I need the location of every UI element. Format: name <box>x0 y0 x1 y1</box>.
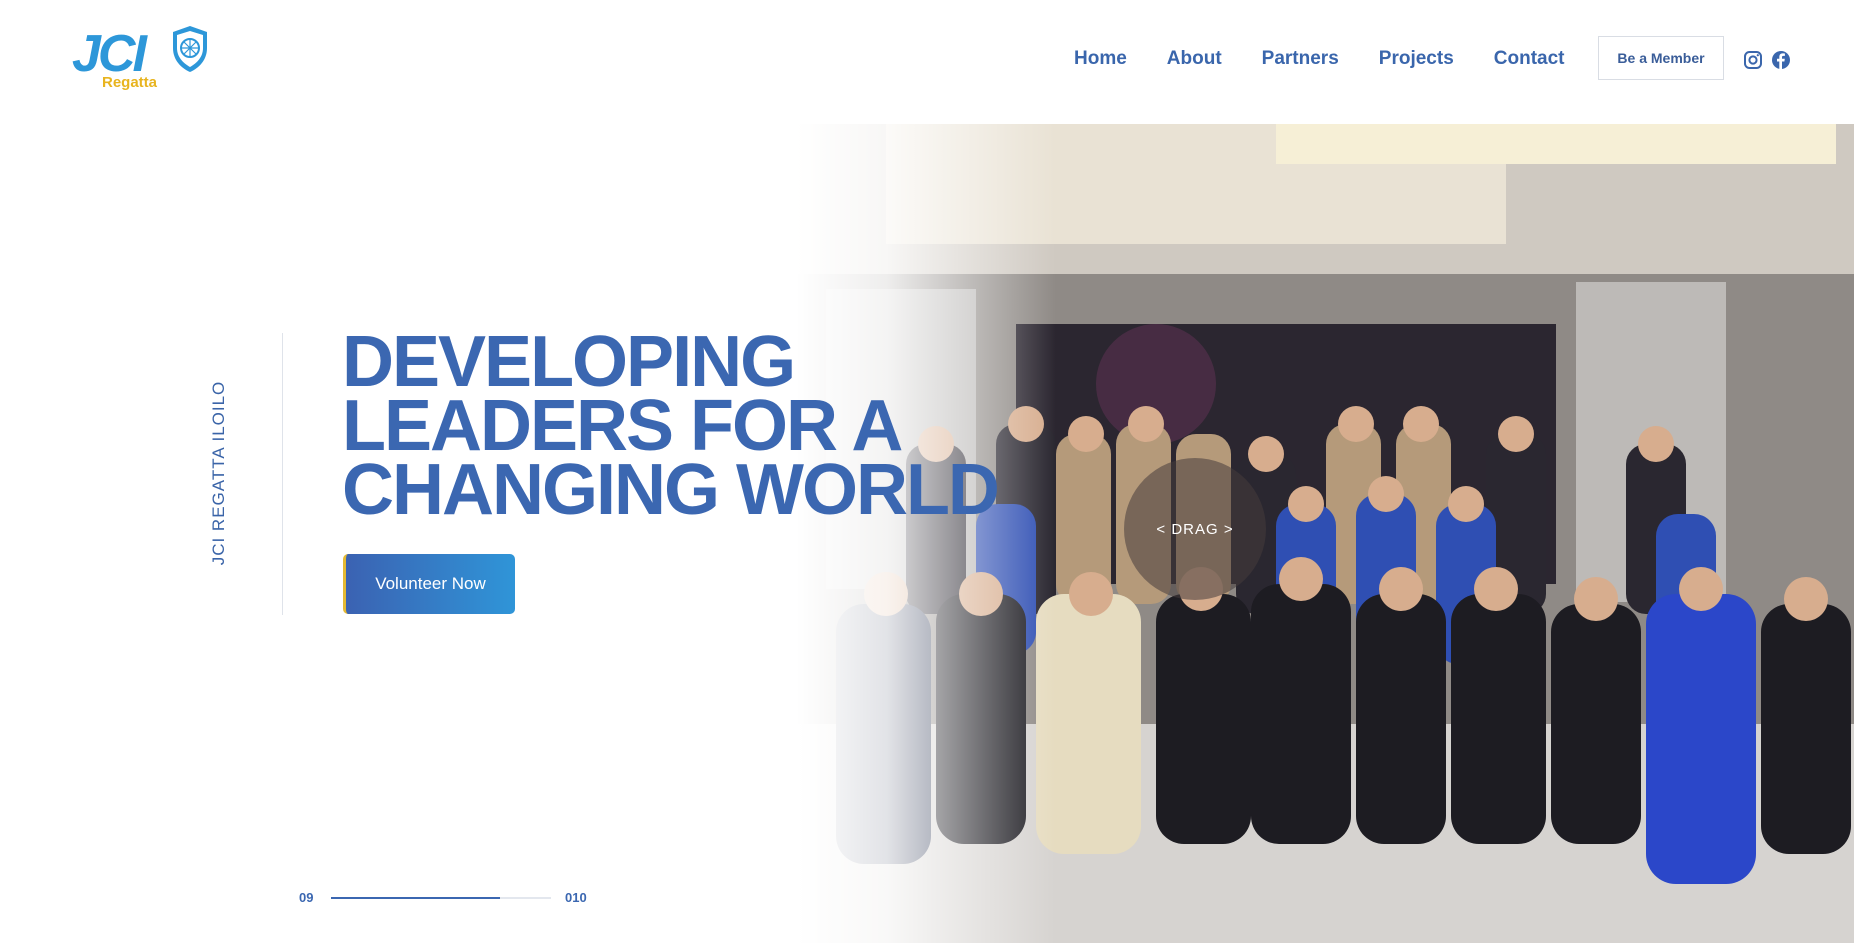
nav-home[interactable]: Home <box>1074 46 1127 72</box>
hero-headline: DEVELOPING LEADERS FOR A CHANGING WORLD <box>342 322 1000 530</box>
logo[interactable]: JCI Regatta <box>72 24 222 94</box>
main-nav: Home About Partners Projects Contact <box>1074 46 1605 72</box>
slide-progress-track <box>331 897 551 899</box>
headline-line-2: LEADERS FOR A <box>342 386 903 466</box>
facebook-icon[interactable] <box>1771 50 1791 70</box>
slide-current-number: 09 <box>299 890 314 905</box>
logo-subtitle: Regatta <box>102 74 158 91</box>
slide-progress-fill <box>331 897 501 899</box>
slide-total-number: 010 <box>565 890 587 905</box>
drag-cursor-handle[interactable]: < DRAG > <box>1124 458 1266 600</box>
nav-projects[interactable]: Projects <box>1379 46 1454 72</box>
instagram-icon[interactable] <box>1743 50 1763 70</box>
nav-contact[interactable]: Contact <box>1494 46 1565 72</box>
be-a-member-button[interactable]: Be a Member <box>1598 36 1724 80</box>
nav-partners[interactable]: Partners <box>1262 46 1339 72</box>
hero-group-photo[interactable] <box>796 124 1854 943</box>
shield-logo-icon <box>173 26 207 72</box>
vertical-side-label: JCI REGATTA ILOILO <box>209 380 228 566</box>
hero-image-fade <box>796 124 1056 943</box>
nav-about[interactable]: About <box>1167 46 1222 72</box>
headline-line-3: CHANGING WORLD <box>342 450 1000 530</box>
vertical-divider <box>282 333 283 615</box>
volunteer-now-button[interactable]: Volunteer Now <box>343 554 515 614</box>
headline-line-1: DEVELOPING <box>342 322 796 402</box>
